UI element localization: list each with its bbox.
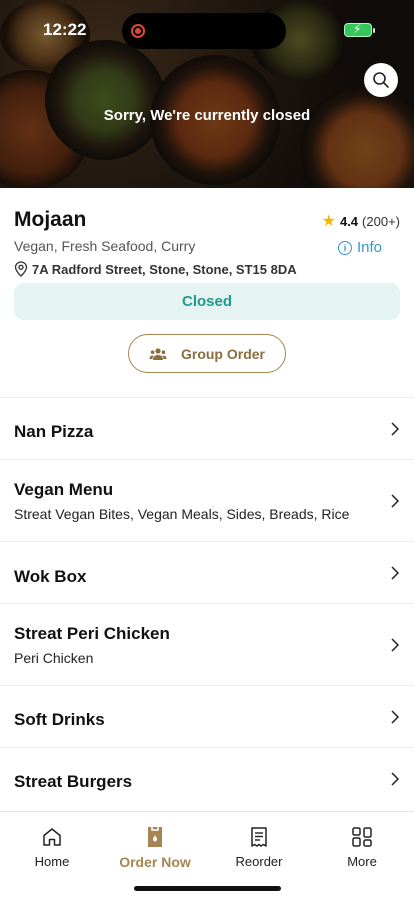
tab-home[interactable]: Home [0,824,104,869]
search-icon [373,72,389,88]
star-icon: ★ [321,213,336,230]
chevron-right-icon [391,494,400,508]
cuisine-list: Vegan, Fresh Seafood, Curry [14,238,196,254]
home-indicator [134,886,281,891]
status-badge: Closed [14,283,400,320]
address: 7A Radford Street, Stone, Stone, ST15 8D… [14,261,297,277]
closed-message: Sorry, We're currently closed [103,107,311,124]
rating: ★ 4.4 (200+) [322,211,400,231]
receipt-icon [251,827,267,847]
menu-category-title: Soft Drinks [14,710,105,729]
info-icon: i [338,240,352,255]
menu-category-title: Nan Pizza [14,422,94,441]
info-link[interactable]: i Info [338,239,382,256]
menu-category-item[interactable]: Nan Pizza [0,397,414,459]
menu-category-item[interactable]: Vegan Menu Streat Vegan Bites, Vegan Mea… [0,459,414,541]
tab-order-now[interactable]: Order Now [103,824,207,870]
address-text: 7A Radford Street, Stone, Stone, ST15 8D… [32,261,297,277]
recording-indicator-icon [131,24,145,38]
menu-category-title: Vegan Menu [14,480,114,499]
tab-label: Home [34,854,70,869]
menu-category-title: Streat Peri Chicken [14,624,170,643]
group-order-label: Group Order [180,345,265,362]
rating-count: (200+) [362,213,400,229]
restaurant-name: Mojaan [14,208,87,231]
info-label: Info [357,239,383,256]
location-pin-icon [14,261,28,277]
group-order-button[interactable]: Group Order [128,334,286,373]
menu-category-item[interactable]: Wok Box [0,541,414,603]
menu-category-title: Wok Box [14,567,87,586]
tab-reorder[interactable]: Reorder [207,824,311,869]
menu-category-item[interactable]: Streat Burgers [0,747,414,811]
menu-category-item[interactable]: Soft Drinks [0,685,414,747]
dynamic-island [122,13,286,49]
status-bar-time: 12:22 [43,20,87,39]
order-bag-icon [148,827,162,847]
tab-label: Order Now [119,854,191,870]
chevron-right-icon [391,710,400,724]
tab-label: Reorder [235,854,283,869]
home-icon [43,828,61,846]
tab-label: More [347,854,377,869]
battery-icon: ⚡ [344,22,375,37]
search-button[interactable] [364,63,398,97]
grid-icon [352,827,372,847]
chevron-right-icon [391,422,400,436]
chevron-right-icon [391,566,400,580]
menu-category-subtitle: Peri Chicken [14,650,94,666]
chevron-right-icon [391,638,400,652]
rating-score: 4.4 [339,213,359,229]
menu-category-item[interactable]: Streat Peri Chicken Peri Chicken [0,603,414,685]
tab-more[interactable]: More [310,824,414,869]
menu-category-title: Streat Burgers [14,772,133,791]
menu-category-subtitle: Streat Vegan Bites, Vegan Meals, Sides, … [14,506,350,522]
group-icon [149,347,167,360]
chevron-right-icon [391,772,400,786]
